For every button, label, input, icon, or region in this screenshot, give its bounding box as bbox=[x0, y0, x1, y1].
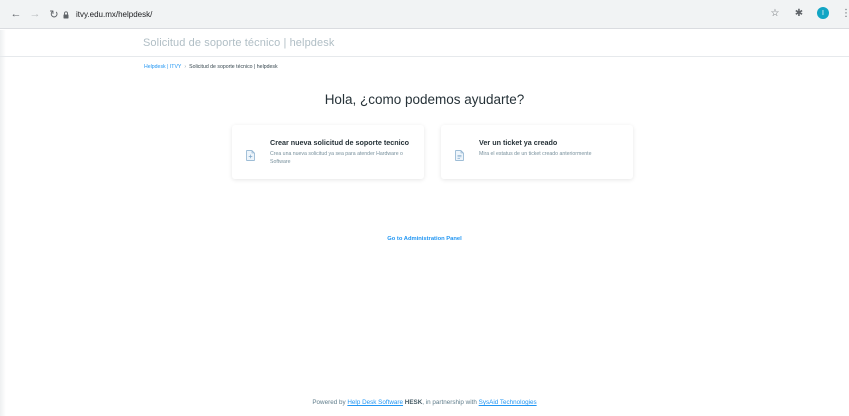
more-icon[interactable]: ⋮ bbox=[841, 8, 849, 19]
lock-icon bbox=[62, 10, 70, 20]
footer-brand: HESK bbox=[404, 399, 423, 406]
star-icon[interactable]: ☆ bbox=[769, 8, 781, 19]
browser-toolbar: ← → ↻ itvy.edu.mx/helpdesk/ ☆ ✱ I ⋮ bbox=[0, 0, 849, 29]
page-title: Hola, ¿como podemos ayudarte? bbox=[324, 92, 525, 107]
breadcrumb-home-link[interactable]: Helpdesk | ITVY bbox=[144, 64, 181, 70]
create-ticket-description: Crea una nueva solicitud ya sea para ate… bbox=[270, 151, 403, 165]
view-ticket-description: Mira el estatus de un ticket creado ante… bbox=[479, 151, 592, 157]
avatar[interactable]: I bbox=[817, 7, 829, 19]
view-ticket-card[interactable]: Ver un ticket ya creado Mira el estatus … bbox=[441, 125, 633, 179]
url-text: itvy.edu.mx/helpdesk/ bbox=[76, 10, 153, 19]
admin-panel-link[interactable]: Go to Administration Panel bbox=[0, 236, 849, 242]
forward-icon[interactable]: → bbox=[28, 7, 42, 21]
extensions-icon[interactable]: ✱ bbox=[793, 8, 805, 19]
reload-icon[interactable]: ↻ bbox=[47, 7, 61, 21]
create-ticket-card[interactable]: Crear nueva solicitud de soporte tecnico… bbox=[232, 125, 424, 179]
footer-prefix: Powered by bbox=[312, 399, 348, 406]
breadcrumb-separator: › bbox=[184, 64, 187, 70]
footer-middle: , in partnership with bbox=[422, 399, 479, 406]
footer: Powered by Help Desk Software HESK, in p… bbox=[0, 399, 849, 406]
view-ticket-title: Ver un ticket ya creado bbox=[479, 138, 558, 147]
address-bar[interactable]: itvy.edu.mx/helpdesk/ bbox=[62, 6, 762, 23]
sysaid-link[interactable]: SysAid Technologies bbox=[479, 399, 537, 406]
page-edge-shadow bbox=[0, 30, 6, 416]
breadcrumb: Helpdesk | ITVY › Solicitud de soporte t… bbox=[144, 64, 278, 70]
document-add-icon bbox=[246, 148, 255, 161]
breadcrumb-current: Solicitud de soporte técnico | helpdesk bbox=[189, 64, 278, 70]
back-icon[interactable]: ← bbox=[9, 7, 23, 21]
site-header: Solicitud de soporte técnico | helpdesk bbox=[0, 30, 849, 57]
help-desk-software-link[interactable]: Help Desk Software bbox=[347, 399, 403, 406]
site-title[interactable]: Solicitud de soporte técnico | helpdesk bbox=[143, 37, 334, 49]
document-view-icon bbox=[455, 148, 464, 161]
create-ticket-title: Crear nueva solicitud de soporte tecnico bbox=[270, 138, 409, 147]
